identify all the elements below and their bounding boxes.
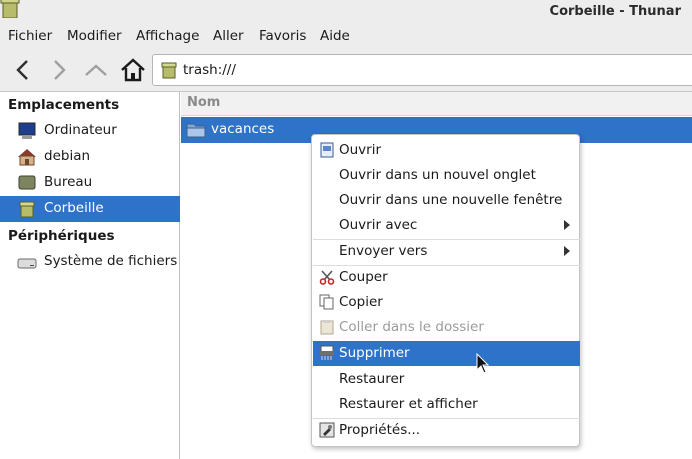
menu-item-copier[interactable]: Copier <box>313 290 580 315</box>
menu-item-envoyer-vers[interactable]: Envoyer vers <box>313 239 580 264</box>
trash-app-icon <box>0 0 22 22</box>
computer-icon <box>17 122 37 144</box>
chevron-up-icon <box>85 64 107 76</box>
menu-item-label: Supprimer <box>339 345 410 361</box>
submenu-arrow-icon <box>564 246 570 256</box>
scissors-icon <box>319 269 335 289</box>
menu-item-label: Ouvrir dans un nouvel onglet <box>339 167 536 183</box>
menu-aide[interactable]: Aide <box>320 28 350 44</box>
sidebar-item-systeme-de-fichiers[interactable]: Système de fichiers <box>0 249 180 275</box>
title-bar: Corbeille - Thunar <box>0 0 692 24</box>
menu-item-supprimer[interactable]: Supprimer <box>313 341 580 366</box>
menu-item-label: Couper <box>339 269 388 285</box>
sidebar-item-label: Corbeille <box>44 200 104 216</box>
menu-item-label: Coller dans le dossier <box>339 319 484 335</box>
menu-fichier[interactable]: Fichier <box>8 28 52 44</box>
column-header-name[interactable]: Nom <box>181 92 692 116</box>
menu-item-label: Restaurer et afficher <box>339 396 478 412</box>
sidebar: Emplacements Ordinateur debian Bureau Co… <box>0 92 180 459</box>
menu-item-label: Propriétés... <box>339 422 421 438</box>
home-icon <box>121 58 145 82</box>
paste-icon <box>319 319 335 339</box>
copy-icon <box>319 294 335 314</box>
folder-icon <box>186 121 206 143</box>
menu-affichage[interactable]: Affichage <box>136 28 199 44</box>
menu-aller[interactable]: Aller <box>213 28 244 44</box>
context-menu: Ouvrir Ouvrir dans un nouvel onglet Ouvr… <box>311 134 580 447</box>
open-icon <box>319 142 335 162</box>
back-button[interactable] <box>9 56 37 84</box>
menu-item-ouvrir[interactable]: Ouvrir <box>313 138 580 163</box>
mouse-cursor-icon <box>476 353 490 374</box>
properties-icon <box>319 422 335 442</box>
user-home-icon <box>17 148 37 170</box>
sidebar-item-ordinateur[interactable]: Ordinateur <box>0 118 180 144</box>
trash-icon <box>17 200 37 222</box>
forward-button[interactable] <box>45 56 73 84</box>
menu-bar: Fichier Modifier Affichage Aller Favoris… <box>0 24 692 48</box>
menu-item-label: Ouvrir <box>339 142 382 158</box>
menu-item-label: Restaurer <box>339 371 405 387</box>
menu-item-restaurer[interactable]: Restaurer <box>313 367 580 392</box>
menu-item-label: Ouvrir avec <box>339 217 418 233</box>
sidebar-item-corbeille[interactable]: Corbeille <box>0 196 180 222</box>
menu-item-label: Ouvrir dans une nouvelle fenêtre <box>339 192 563 208</box>
submenu-arrow-icon <box>564 220 570 230</box>
menu-item-ouvrir-nouvel-onglet[interactable]: Ouvrir dans un nouvel onglet <box>313 163 580 188</box>
chevron-left-icon <box>16 60 28 80</box>
drive-icon <box>17 253 37 275</box>
location-bar[interactable]: trash:/// <box>152 54 692 86</box>
chevron-right-icon <box>54 60 66 80</box>
menu-item-coller-dans-le-dossier[interactable]: Coller dans le dossier <box>313 315 580 340</box>
trash-icon <box>161 61 177 83</box>
menu-modifier[interactable]: Modifier <box>67 28 122 44</box>
menu-item-proprietes[interactable]: Propriétés... <box>313 418 580 443</box>
window-title: Corbeille - Thunar <box>549 4 681 19</box>
sidebar-item-bureau[interactable]: Bureau <box>0 170 180 196</box>
menu-favoris[interactable]: Favoris <box>259 28 306 44</box>
file-name: vacances <box>211 121 275 137</box>
sidebar-header-emplacements: Emplacements <box>8 97 120 113</box>
menu-item-label: Envoyer vers <box>339 243 428 259</box>
menu-item-couper[interactable]: Couper <box>313 265 580 290</box>
toolbar: trash:/// <box>0 48 692 92</box>
desktop-icon <box>17 174 37 196</box>
sidebar-header-peripheriques: Périphériques <box>8 228 115 244</box>
up-button[interactable] <box>82 56 110 84</box>
location-text: trash:/// <box>183 62 236 78</box>
sidebar-item-label: Ordinateur <box>44 122 117 138</box>
shredder-icon <box>319 345 335 365</box>
menu-item-ouvrir-avec[interactable]: Ouvrir avec <box>313 213 580 238</box>
sidebar-item-debian[interactable]: debian <box>0 144 180 170</box>
sidebar-item-label: debian <box>44 148 91 164</box>
menu-item-restaurer-et-afficher[interactable]: Restaurer et afficher <box>313 392 580 417</box>
sidebar-item-label: Système de fichiers <box>44 253 178 269</box>
home-button[interactable] <box>119 56 147 84</box>
sidebar-item-label: Bureau <box>44 174 93 190</box>
menu-item-label: Copier <box>339 294 383 310</box>
menu-item-ouvrir-nouvelle-fenetre[interactable]: Ouvrir dans une nouvelle fenêtre <box>313 188 580 213</box>
column-header-label: Nom <box>187 95 221 110</box>
